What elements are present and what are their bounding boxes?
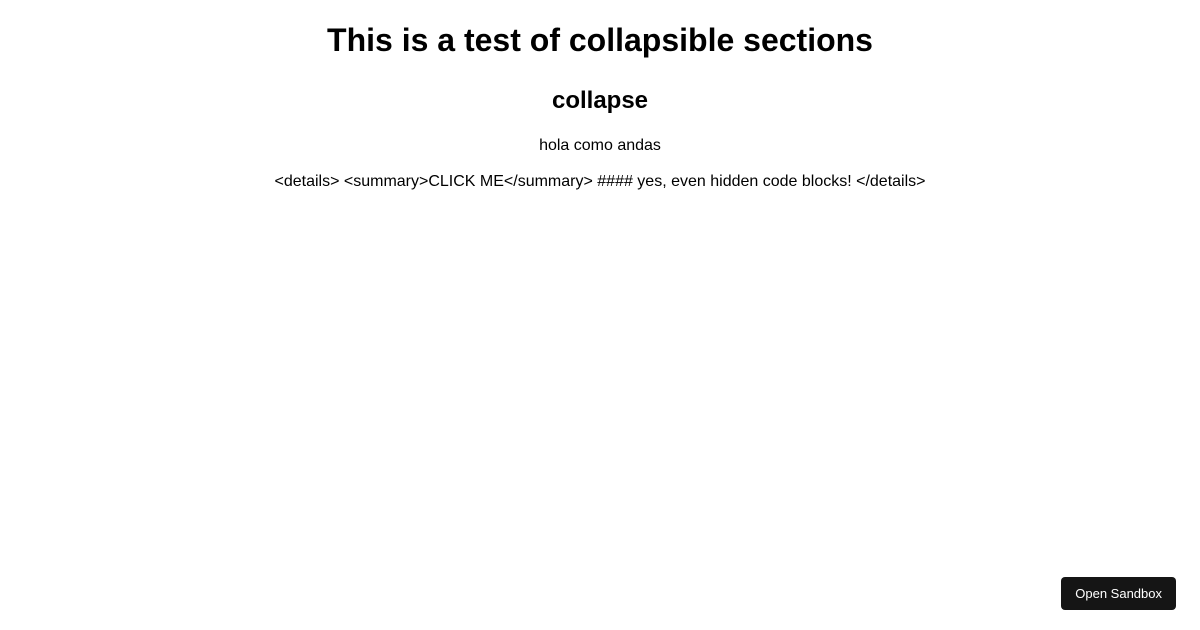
open-sandbox-button[interactable]: Open Sandbox: [1061, 577, 1176, 610]
section-title: collapse: [0, 87, 1200, 115]
greeting-text: hola como andas: [0, 137, 1200, 155]
page-title: This is a test of collapsible sections: [0, 22, 1200, 59]
main-content: This is a test of collapsible sections c…: [0, 0, 1200, 191]
raw-markup-text: <details> <summary>CLICK ME</summary> ##…: [0, 173, 1200, 191]
